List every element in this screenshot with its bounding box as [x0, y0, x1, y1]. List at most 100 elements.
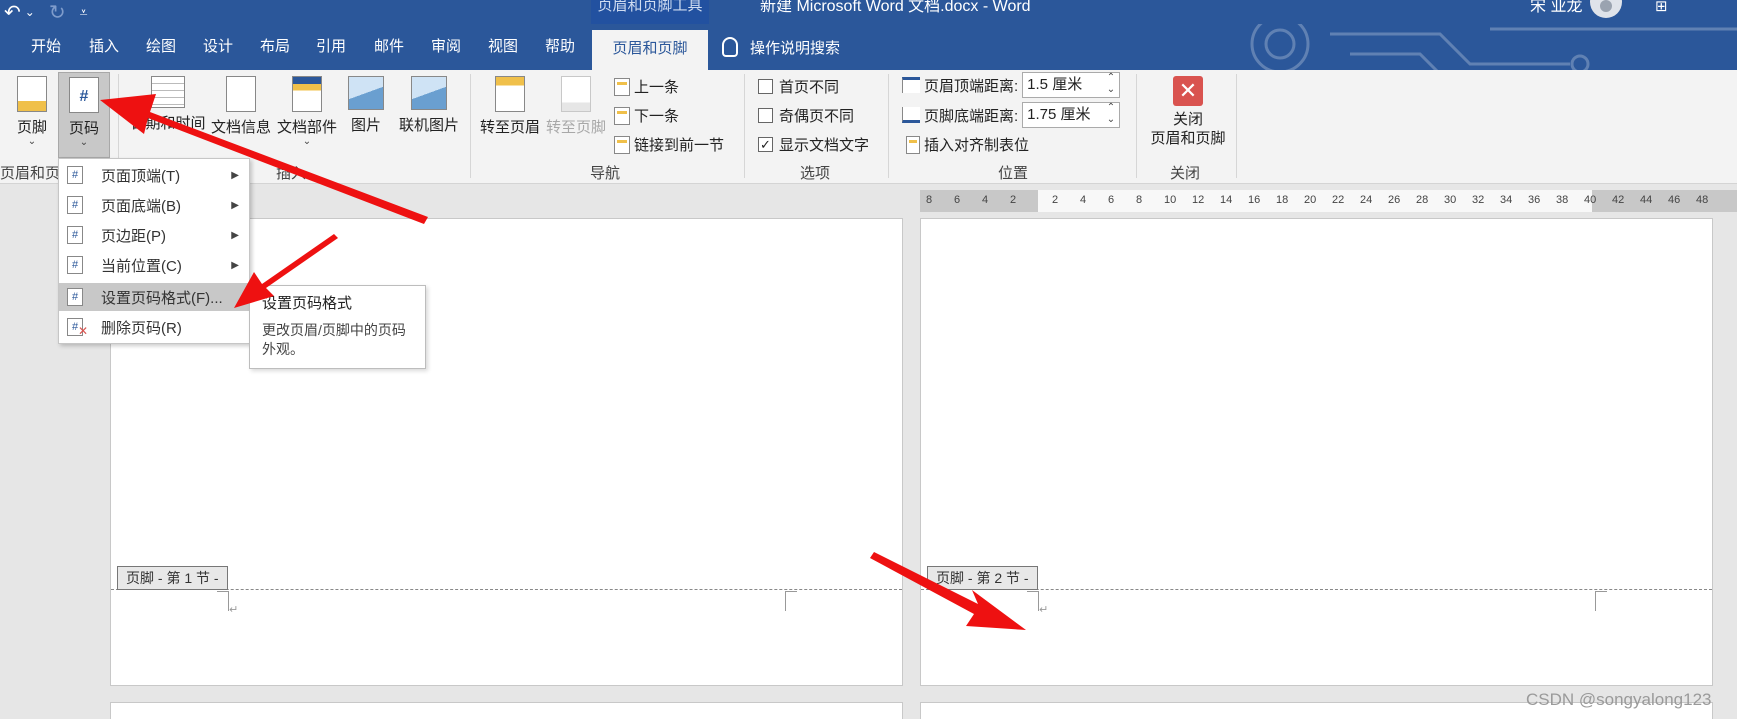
group-label-position: 位置 — [998, 165, 1029, 182]
tab-help[interactable]: 帮助 — [545, 24, 575, 70]
ruler-tick-label: 14 — [1220, 194, 1233, 206]
ruler-tick-label: 16 — [1248, 194, 1261, 206]
ruler-tick-label: 4 — [982, 194, 989, 206]
ruler-tick-label: 38 — [1556, 194, 1569, 206]
ruler-tick-label: 6 — [954, 194, 961, 206]
tab-layout[interactable]: 布局 — [260, 24, 290, 70]
page-number-button[interactable]: # 页码 ⌄ — [58, 72, 110, 158]
link-previous-label: 链接到前一节 — [634, 137, 725, 154]
ruler-tick-label: 44 — [1640, 194, 1653, 206]
close-header-footer-button[interactable]: ✕ 关闭 页眉和页脚 — [1144, 76, 1232, 156]
page-number-menu: # 页面顶端(T) ▶ # 页面底端(B) ▶ # 页边距(P) ▶ # 当前位… — [58, 158, 250, 344]
footer-boundary — [921, 589, 1712, 590]
menu-item-top-of-page[interactable]: # 页面顶端(T) ▶ — [59, 161, 249, 189]
document-title: 新建 Microsoft Word 文档.docx - Word — [760, 0, 1031, 15]
date-time-button[interactable]: 日期和时间 — [128, 76, 208, 156]
different-first-page-checkbox[interactable]: 首页不同 — [758, 76, 839, 97]
tab-view[interactable]: 视图 — [488, 24, 518, 70]
undo-dropdown-icon[interactable]: ⌄ — [25, 5, 35, 19]
link-icon — [614, 135, 630, 154]
horizontal-ruler[interactable]: 8 6 4 2 2 4 6 8 10 12 14 16 18 20 22 24 26 28 30 32 34 36 38 40… — [920, 190, 1737, 212]
different-first-page-label: 首页不同 — [779, 79, 840, 96]
avatar[interactable] — [1590, 0, 1622, 18]
footer-button[interactable]: 页脚 ⌄ — [10, 76, 54, 156]
ruler-tick-label: 34 — [1500, 194, 1513, 206]
paragraph-mark: ↵ — [1039, 604, 1049, 616]
goto-footer-icon — [561, 76, 591, 112]
ruler-tick-label: 10 — [1164, 194, 1177, 206]
tab-home[interactable]: 开始 — [31, 24, 61, 70]
ruler-tick-label: 8 — [1136, 194, 1143, 206]
goto-header-button[interactable]: 转至页眉 — [478, 76, 542, 156]
header-top-label: 页眉顶端距离: — [924, 77, 1019, 95]
tab-review[interactable]: 审阅 — [431, 24, 461, 70]
checkmark-icon: ✓ — [758, 137, 773, 152]
submenu-arrow-icon: ▶ — [231, 169, 239, 181]
footer-bottom-spinner[interactable]: 1.75 厘米 — [1022, 102, 1121, 128]
goto-footer-label: 转至页脚 — [545, 119, 606, 136]
margin-corner-mark — [1027, 591, 1039, 611]
picture-button[interactable]: 图片 — [344, 76, 388, 156]
menu-item-remove-page-numbers[interactable]: # ✕ 删除页码(R) — [59, 313, 249, 341]
next-section-button[interactable]: 下一条 — [614, 105, 679, 126]
undo-icon[interactable]: ↶ — [4, 0, 21, 25]
chevron-down-icon: ⌄ — [302, 136, 312, 147]
menu-item-label: 页面顶端(T) — [101, 167, 181, 185]
tab-header-footer[interactable]: 页眉和页脚 — [592, 30, 708, 70]
redo-icon[interactable]: ↻ — [49, 0, 66, 25]
show-document-text-checkbox[interactable]: ✓ 显示文档文字 — [758, 134, 869, 155]
page-2[interactable]: 页脚 - 第 2 节 - ↵ — [920, 218, 1713, 686]
ruler-tick-label: 42 — [1612, 194, 1625, 206]
date-time-label: 日期和时间 — [130, 115, 206, 132]
insert-alignment-tab-button[interactable]: 插入对齐制表位 — [906, 134, 1029, 155]
quick-parts-button[interactable]: 文档部件 ⌄ — [274, 76, 340, 162]
menu-item-label: 删除页码(R) — [101, 319, 182, 337]
ruler-tick-label: 48 — [1696, 194, 1709, 206]
ruler-tick-label: 8 — [926, 194, 933, 206]
user-name[interactable]: 宋 业龙 — [1530, 0, 1582, 15]
previous-section-button[interactable]: 上一条 — [614, 76, 679, 97]
close-label-line2: 页眉和页脚 — [1150, 130, 1226, 147]
margin-corner-mark — [217, 591, 229, 611]
ribbon-display-options-icon[interactable]: ⊞ — [1655, 0, 1668, 14]
goto-header-label: 转至页眉 — [479, 119, 540, 136]
tab-references[interactable]: 引用 — [316, 24, 346, 70]
tell-me-search[interactable]: 操作说明搜索 — [722, 24, 840, 70]
tab-draw[interactable]: 绘图 — [146, 24, 176, 70]
different-odd-even-checkbox[interactable]: 奇偶页不同 — [758, 105, 854, 126]
footer-position-icon — [902, 107, 920, 123]
group-label-close: 关闭 — [1170, 165, 1201, 182]
alignment-tab-icon — [906, 135, 920, 154]
link-to-previous-button[interactable]: 链接到前一节 — [614, 134, 724, 155]
ruler-tick-label: 30 — [1444, 194, 1457, 206]
document-info-label: 文档信息 — [210, 119, 271, 136]
tab-mailings[interactable]: 邮件 — [374, 24, 404, 70]
customize-qat-icon[interactable]: ⩡ — [80, 4, 88, 21]
title-bar: ↶ ⌄ ↻ ⩡ 页眉和页脚工具 新建 Microsoft Word 文档.docx… — [0, 0, 1737, 24]
online-picture-button[interactable]: 联机图片 — [392, 76, 466, 156]
header-top-spinner[interactable]: 1.5 厘米 — [1022, 72, 1121, 98]
page-margin-icon: # — [67, 226, 83, 244]
document-info-button[interactable]: 文档信息 — [210, 76, 272, 156]
ruler-tick-label: 36 — [1528, 194, 1541, 206]
context-tools-label: 页眉和页脚工具 — [591, 0, 709, 24]
online-picture-label: 联机图片 — [398, 117, 459, 134]
page-3[interactable] — [110, 702, 903, 719]
menu-item-label: 当前位置(C) — [101, 257, 182, 275]
menu-item-bottom-of-page[interactable]: # 页面底端(B) ▶ — [59, 191, 249, 219]
tab-design[interactable]: 设计 — [203, 24, 233, 70]
menu-item-format-page-numbers[interactable]: # 设置页码格式(F)... — [59, 283, 249, 311]
tab-insert[interactable]: 插入 — [89, 24, 119, 70]
menu-item-label: 设置页码格式(F)... — [101, 289, 223, 307]
ruler-tick-label: 20 — [1304, 194, 1317, 206]
menu-item-current-position[interactable]: # 当前位置(C) ▶ — [59, 251, 249, 279]
menu-item-page-margins[interactable]: # 页边距(P) ▶ — [59, 221, 249, 249]
group-separator — [470, 74, 471, 178]
quick-access-toolbar: ↶ ⌄ ↻ ⩡ — [4, 0, 88, 24]
ribbon-tabs: 开始 插入 绘图 设计 布局 引用 邮件 审阅 视图 帮助 页眉和页脚 — [0, 24, 1737, 92]
page-number-button-label: 页码 — [68, 120, 99, 137]
submenu-arrow-icon: ▶ — [231, 199, 239, 211]
goto-footer-button[interactable]: 转至页脚 — [544, 76, 608, 156]
tooltip-title: 设置页码格式 — [262, 295, 353, 312]
group-label-navigation: 导航 — [590, 165, 621, 182]
